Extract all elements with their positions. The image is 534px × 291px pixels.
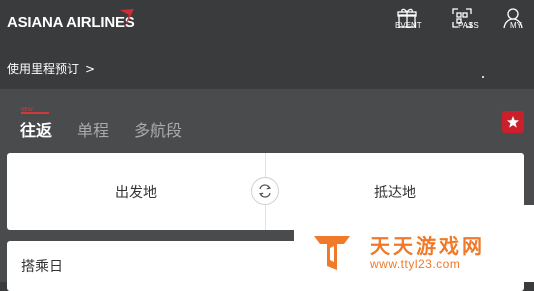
swap-icon bbox=[258, 184, 272, 198]
star-icon bbox=[507, 116, 519, 128]
site-watermark: 天天游戏网 www.ttyl23.com bbox=[294, 205, 534, 282]
airline-logo-text: ASIANA AIRLINES bbox=[7, 14, 135, 31]
pass-button[interactable]: PASS bbox=[446, 7, 479, 35]
origin-field[interactable]: 出发地 bbox=[7, 153, 265, 230]
mileage-booking-link[interactable]: 使用里程预订 > bbox=[7, 60, 95, 77]
chevron-right-icon: > bbox=[85, 62, 96, 76]
departure-date-label: 搭乘日 bbox=[21, 259, 63, 275]
watermark-logo-icon bbox=[314, 236, 350, 270]
watermark-url: www.ttyl23.com bbox=[370, 257, 461, 271]
tab-multi-city[interactable]: 多航段 bbox=[134, 117, 182, 141]
my-label: MY bbox=[510, 21, 522, 30]
pass-label: PASS bbox=[458, 21, 479, 30]
airline-logo-wing-icon bbox=[120, 9, 134, 29]
tab-round-trip[interactable]: 往返 bbox=[20, 117, 52, 141]
event-button[interactable]: EVENT bbox=[391, 7, 423, 35]
active-tab-indicator bbox=[21, 112, 49, 114]
decorative-dot bbox=[482, 76, 484, 78]
destination-label: 抵达地 bbox=[374, 184, 416, 201]
my-button[interactable]: MY bbox=[498, 7, 528, 35]
favorite-button[interactable] bbox=[502, 111, 524, 133]
swap-route-button[interactable] bbox=[251, 177, 279, 205]
top-header: ASIANA AIRLINES EVENT PASS MY bbox=[0, 0, 534, 46]
event-label: EVENT bbox=[395, 21, 422, 30]
tab-one-way[interactable]: 单程 bbox=[77, 117, 109, 141]
origin-label: 出发地 bbox=[115, 184, 157, 201]
watermark-name: 天天游戏网 bbox=[370, 234, 485, 258]
mileage-booking-label: 使用里程预订 bbox=[7, 62, 80, 76]
